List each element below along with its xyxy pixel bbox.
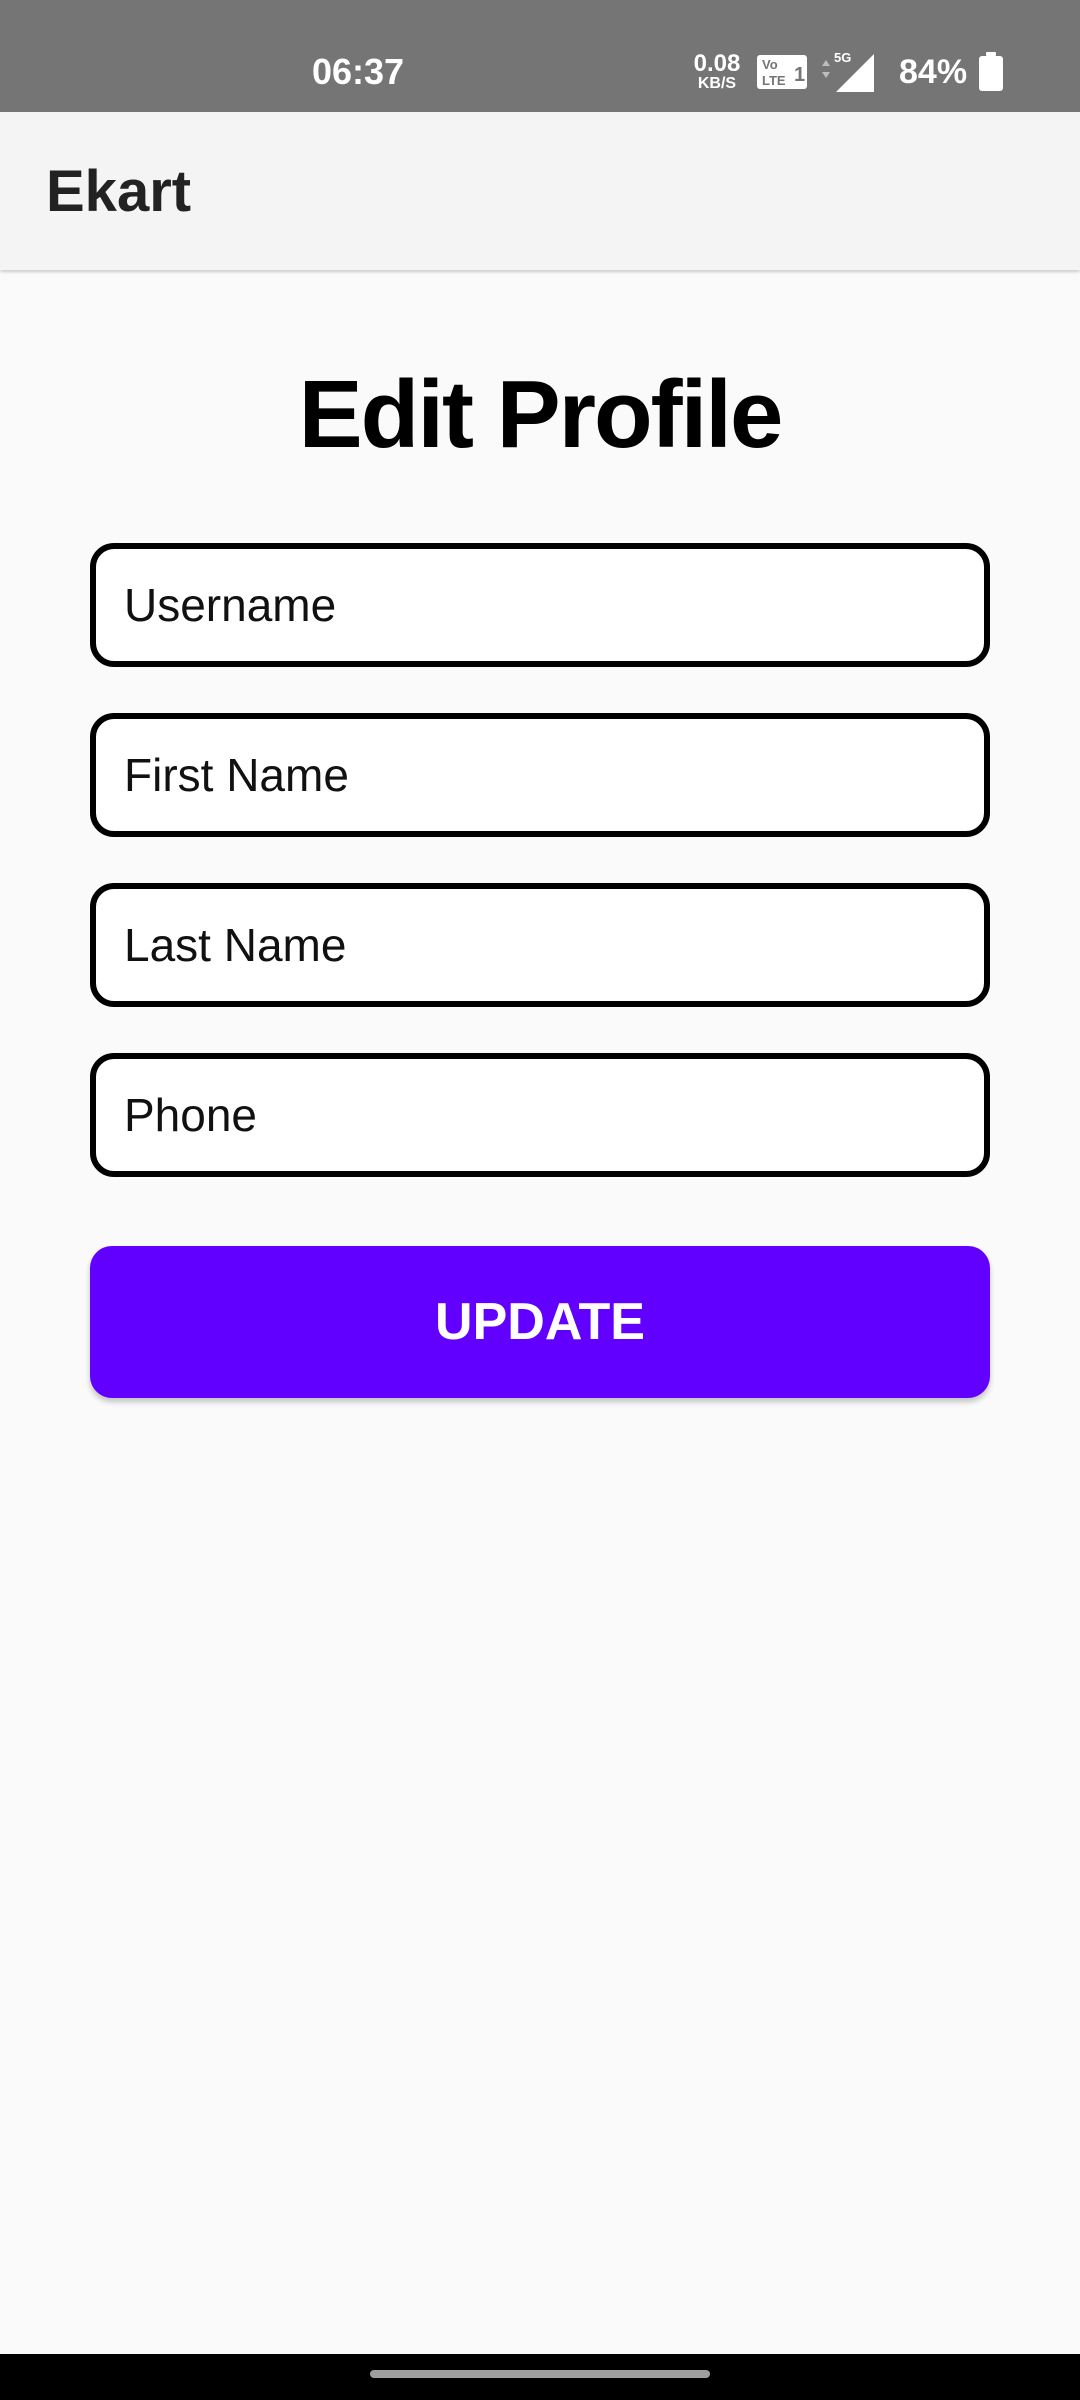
username-input[interactable]: [90, 543, 990, 667]
battery-percent: 84%: [899, 53, 968, 91]
status-bar: 06:37 0.08 KB/S Vo LTE 1 5G 84%: [0, 0, 1080, 112]
update-button[interactable]: UPDATE: [90, 1246, 990, 1398]
first-name-input[interactable]: [90, 713, 990, 837]
phone-input[interactable]: [90, 1053, 990, 1177]
status-time: 06:37: [312, 51, 405, 92]
page-title: Edit Profile: [298, 361, 784, 468]
navigation-bar: [0, 2354, 1080, 2400]
network-type-label: 5G: [834, 50, 851, 65]
svg-text:1: 1: [794, 64, 805, 86]
svg-text:Vo: Vo: [762, 57, 778, 72]
battery-icon: [979, 52, 1003, 91]
svg-text:LTE: LTE: [762, 73, 786, 88]
volte-icon: Vo LTE 1: [757, 55, 807, 89]
home-indicator[interactable]: [370, 2370, 710, 2378]
network-speed-unit: KB/S: [697, 75, 737, 92]
network-speed: 0.08 KB/S: [690, 52, 744, 92]
app-bar: Ekart: [0, 112, 1080, 270]
app-title: Ekart: [46, 159, 192, 224]
signal-icon: 5G: [822, 50, 874, 92]
last-name-input[interactable]: [90, 883, 990, 1007]
network-speed-value: 0.08: [693, 50, 741, 77]
